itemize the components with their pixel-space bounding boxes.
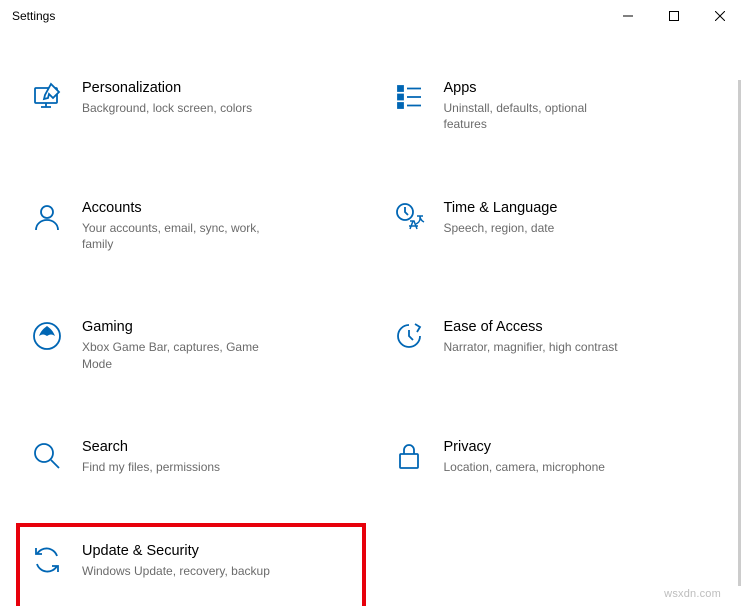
minimize-button[interactable] — [605, 0, 651, 32]
accounts-icon — [30, 200, 64, 234]
scrollbar[interactable] — [738, 80, 741, 586]
watermark: wsxdn.com — [664, 588, 721, 600]
tile-label: Personalization — [82, 80, 252, 96]
tile-desc: Location, camera, microphone — [444, 459, 605, 475]
tile-desc: Xbox Game Bar, captures, Game Mode — [82, 339, 272, 371]
maximize-button[interactable] — [651, 0, 697, 32]
tile-label: Apps — [444, 80, 634, 96]
tile-label: Gaming — [82, 319, 272, 335]
tile-desc: Uninstall, defaults, optional features — [444, 100, 634, 132]
apps-icon — [392, 80, 426, 114]
tile-desc: Speech, region, date — [444, 220, 558, 236]
tile-desc: Find my files, permissions — [82, 459, 220, 475]
search-icon — [30, 439, 64, 473]
ease-of-access-icon — [392, 319, 426, 353]
gaming-icon — [30, 319, 64, 353]
tile-privacy[interactable]: Privacy Location, camera, microphone — [382, 431, 724, 494]
tile-apps[interactable]: Apps Uninstall, defaults, optional featu… — [382, 72, 724, 152]
settings-grid: Personalization Background, lock screen,… — [0, 32, 743, 606]
tile-accounts[interactable]: Accounts Your accounts, email, sync, wor… — [20, 192, 362, 272]
tile-desc: Background, lock screen, colors — [82, 100, 252, 116]
tile-search[interactable]: Search Find my files, permissions — [20, 431, 362, 494]
time-language-icon — [392, 200, 426, 234]
window-controls — [605, 0, 743, 32]
tile-label: Accounts — [82, 200, 272, 216]
titlebar: Settings — [0, 0, 743, 32]
tile-desc: Windows Update, recovery, backup — [82, 563, 270, 579]
tile-label: Search — [82, 439, 220, 455]
tile-label: Ease of Access — [444, 319, 618, 335]
privacy-icon — [392, 439, 426, 473]
tile-ease-of-access[interactable]: Ease of Access Narrator, magnifier, high… — [382, 311, 724, 391]
tile-label: Privacy — [444, 439, 605, 455]
tile-gaming[interactable]: Gaming Xbox Game Bar, captures, Game Mod… — [20, 311, 362, 391]
update-security-icon — [30, 543, 64, 577]
tile-desc: Narrator, magnifier, high contrast — [444, 339, 618, 355]
tile-update-security[interactable]: Update & Security Windows Update, recove… — [20, 527, 362, 606]
tile-label: Update & Security — [82, 543, 270, 559]
tile-desc: Your accounts, email, sync, work, family — [82, 220, 272, 252]
tile-personalization[interactable]: Personalization Background, lock screen,… — [20, 72, 362, 152]
personalization-icon — [30, 80, 64, 114]
window-title: Settings — [12, 9, 605, 23]
close-button[interactable] — [697, 0, 743, 32]
tile-time-language[interactable]: Time & Language Speech, region, date — [382, 192, 724, 272]
tile-label: Time & Language — [444, 200, 558, 216]
